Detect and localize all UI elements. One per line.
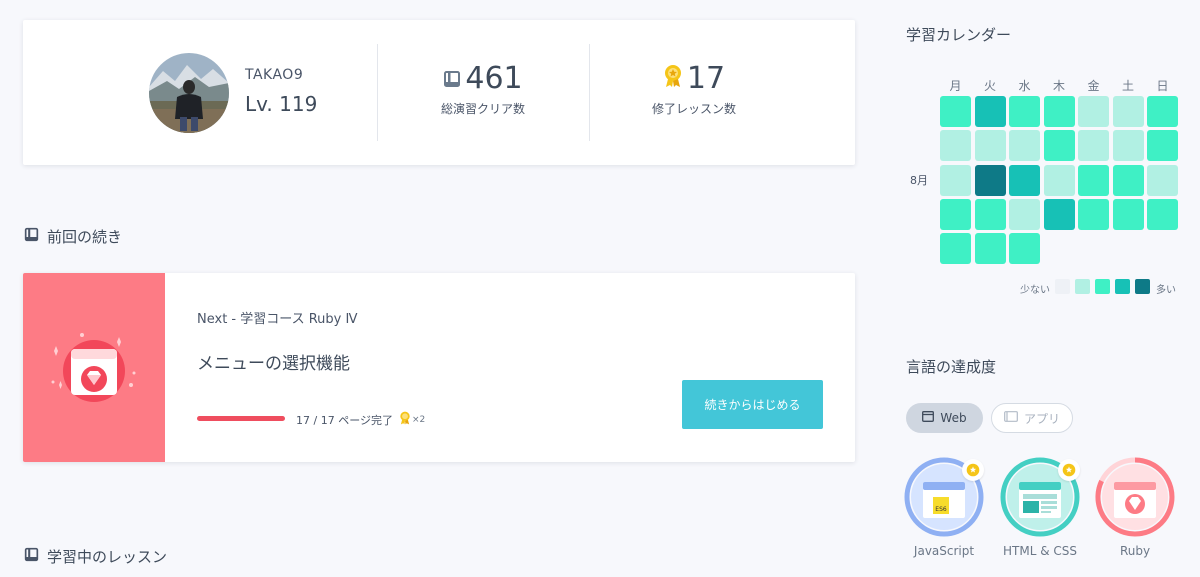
calendar-day-cell[interactable] [1009, 130, 1040, 162]
progress-info: 17 / 17 ページ完了 ×2 [296, 411, 425, 428]
progress-text: 17 / 17 ページ完了 [296, 413, 393, 427]
calendar-day-cell[interactable] [1078, 130, 1109, 162]
user-level: Lv. 119 [245, 92, 318, 116]
calendar-day-cell[interactable] [1009, 164, 1040, 196]
lessons-label: 修了レッスン数 [651, 102, 736, 116]
profile-card: TAKAO9 Lv. 119 461 総演習クリア数 17 修了レッスン数 [23, 20, 855, 165]
calendar-day-cell[interactable] [1112, 96, 1144, 127]
tab-web[interactable]: Web [906, 403, 983, 433]
award-icon [962, 459, 984, 481]
calendar-day-cell[interactable] [940, 164, 971, 196]
language-javascript[interactable]: ES6 JavaScript [904, 457, 984, 558]
calendar-weekday: 水 [1018, 79, 1031, 93]
legend-swatch [1135, 279, 1150, 294]
award-icon [1058, 459, 1080, 481]
calendar-day-cell[interactable] [974, 233, 1006, 265]
lessons-count: 17 [686, 60, 726, 96]
legend-swatch [1075, 279, 1090, 294]
book-icon [24, 227, 39, 246]
calendar-day-cell[interactable] [974, 164, 1006, 196]
calendar-day-cell[interactable] [1009, 233, 1040, 265]
calendar-day-cell[interactable] [1112, 198, 1144, 230]
calendar-day-cell[interactable] [1147, 130, 1178, 162]
legend-more-label: 多い [1156, 285, 1176, 296]
calendar-day-cell[interactable] [1147, 164, 1178, 196]
language-ruby[interactable]: Ruby [1095, 457, 1175, 558]
medal-icon [663, 61, 683, 96]
resume-section-title: 前回の続き [24, 226, 122, 247]
calendar-weekday: 火 [983, 79, 996, 93]
calendar-day-cell[interactable] [940, 130, 971, 162]
lessons-stat: 17 修了レッスン数 [594, 58, 794, 117]
calendar-day-cell[interactable] [1147, 198, 1178, 230]
avatar[interactable] [149, 53, 229, 133]
book-icon [24, 547, 39, 566]
calendar-weekday: 月 [949, 79, 962, 93]
resume-button[interactable]: 続きからはじめる [682, 380, 823, 429]
calendar-month-label: 8月 [910, 174, 928, 187]
book-icon [443, 61, 461, 96]
calendar-day-cell[interactable] [1043, 198, 1075, 230]
calendar-day-cell[interactable] [1043, 130, 1075, 162]
calendar-day-cell[interactable] [1112, 164, 1144, 196]
calendar-weekday: 土 [1121, 79, 1134, 93]
calendar-day-cell[interactable] [940, 233, 971, 265]
calendar-day-cell[interactable] [1112, 130, 1144, 162]
calendar-day-cell[interactable] [1009, 198, 1040, 230]
language-name: HTML & CSS [1003, 544, 1077, 558]
divider [377, 44, 378, 141]
resume-card[interactable]: Next - 学習コース Ruby Ⅳ メニューの選択機能 17 / 17 ペー… [23, 273, 855, 462]
calendar-day-cell[interactable] [974, 96, 1006, 127]
svg-text:ES6: ES6 [935, 506, 947, 513]
ruby-badge-icon [1095, 457, 1175, 537]
calendar-day-cell[interactable] [940, 96, 971, 127]
calendar-weekday: 木 [1052, 79, 1065, 93]
calendar-day-cell[interactable] [1078, 164, 1109, 196]
calendar-day-cell[interactable] [1078, 96, 1109, 127]
calendar-day-cell[interactable] [940, 198, 971, 230]
calendar-day-cell[interactable] [1078, 198, 1109, 230]
tab-app[interactable]: アプリ [991, 403, 1073, 433]
learning-section-title: 学習中のレッスン [24, 546, 167, 567]
device-icon [1004, 411, 1018, 425]
legend-swatch [1055, 279, 1070, 294]
progress-bar [197, 416, 285, 421]
calendar-title: 学習カレンダー [906, 26, 1012, 44]
next-course-label: Next - 学習コース Ruby Ⅳ [197, 312, 358, 327]
languages-title: 言語の達成度 [906, 358, 997, 376]
legend-swatch [1095, 279, 1110, 294]
language-name: Ruby [1119, 544, 1151, 558]
language-name: JavaScript [913, 544, 975, 558]
calendar-day-cell[interactable] [974, 130, 1006, 162]
language-html-css[interactable]: HTML & CSS [1000, 457, 1080, 558]
exercises-count: 461 [465, 60, 523, 96]
lesson-title[interactable]: メニューの選択機能 [197, 349, 350, 374]
calendar-day-cell[interactable] [1009, 96, 1040, 127]
calendar-day-cell[interactable] [1147, 96, 1178, 127]
calendar-weekday: 日 [1156, 79, 1169, 93]
exercises-stat: 461 総演習クリア数 [383, 58, 583, 117]
medal-count: ×2 [399, 411, 425, 428]
legend-less-label: 少ない [1020, 285, 1050, 296]
exercises-label: 総演習クリア数 [440, 102, 525, 116]
calendar-day-cell[interactable] [974, 198, 1006, 230]
divider [589, 44, 590, 141]
browser-icon [922, 411, 935, 425]
calendar-day-cell[interactable] [1043, 96, 1075, 127]
legend-swatch [1115, 279, 1130, 294]
medal-icon [399, 411, 411, 428]
calendar-weekday: 金 [1087, 79, 1100, 93]
calendar-day-cell[interactable] [1043, 164, 1075, 196]
username: TAKAO9 [245, 67, 304, 83]
lesson-thumbnail[interactable] [23, 273, 165, 462]
